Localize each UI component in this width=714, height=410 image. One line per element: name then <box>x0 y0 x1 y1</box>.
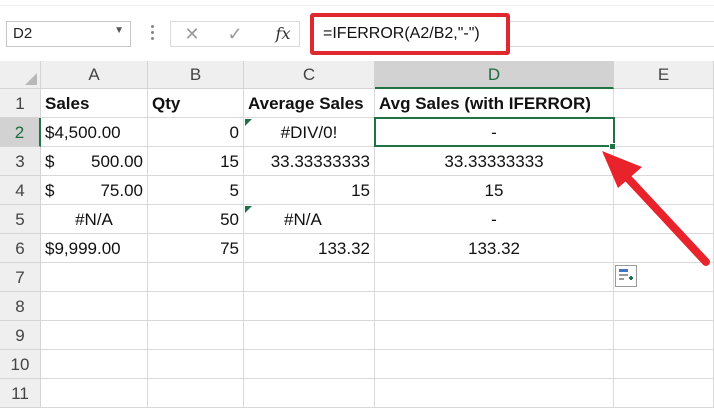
splitter-handle[interactable] <box>151 25 155 45</box>
cell-d4[interactable]: 15 <box>375 176 614 205</box>
cell-b11[interactable] <box>148 379 244 408</box>
column-header-b[interactable]: B <box>148 61 244 89</box>
cell-c4[interactable]: 15 <box>244 176 375 205</box>
ribbon-edge <box>0 0 714 6</box>
row-header-2[interactable]: 2 <box>0 118 41 147</box>
cell-e8[interactable] <box>614 292 714 321</box>
cell-b2[interactable]: 0 <box>148 118 244 147</box>
cell-c1[interactable]: Average Sales <box>244 89 375 118</box>
cell-c3[interactable]: 33.33333333 <box>244 147 375 176</box>
select-all-icon <box>25 73 37 85</box>
cell-e4[interactable] <box>614 176 714 205</box>
cell-c11[interactable] <box>244 379 375 408</box>
cell-d9[interactable] <box>375 321 614 350</box>
formula-buttons: ✕ ✓ fx <box>170 21 300 47</box>
cell-c5-value: #N/A <box>284 210 322 229</box>
cell-d7[interactable] <box>375 263 614 292</box>
cell-d8[interactable] <box>375 292 614 321</box>
cell-a10[interactable] <box>41 350 148 379</box>
cell-a4[interactable]: $ 75.00 <box>41 176 148 205</box>
cell-a1[interactable]: Sales <box>41 89 148 118</box>
currency-amount: 75.00 <box>100 181 143 200</box>
cell-d6[interactable]: 133.32 <box>375 234 614 263</box>
cell-d5[interactable]: - <box>375 205 614 234</box>
row-header-6[interactable]: 6 <box>0 234 41 263</box>
chevron-down-icon[interactable]: ▼ <box>114 25 124 36</box>
column-header-d[interactable]: D <box>375 61 614 89</box>
cell-b1[interactable]: Qty <box>148 89 244 118</box>
column-header-e[interactable]: E <box>614 61 714 89</box>
cancel-icon[interactable]: ✕ <box>181 22 203 46</box>
quick-analysis-glyph <box>619 269 633 280</box>
cell-a7[interactable] <box>41 263 148 292</box>
cell-b7[interactable] <box>148 263 244 292</box>
cell-d11[interactable] <box>375 379 614 408</box>
row-header-11[interactable]: 11 <box>0 379 41 408</box>
formula-input-track[interactable] <box>505 21 714 47</box>
cell-b10[interactable] <box>148 350 244 379</box>
active-cell-border <box>374 117 615 147</box>
currency-symbol: $ <box>45 181 55 200</box>
cell-a6[interactable]: $9,999.00 <box>41 234 148 263</box>
cell-e5[interactable] <box>614 205 714 234</box>
cell-a11[interactable] <box>41 379 148 408</box>
currency-amount: 500.00 <box>91 152 143 171</box>
row-header-7[interactable]: 7 <box>0 263 41 292</box>
cell-e9[interactable] <box>614 321 714 350</box>
cell-c7[interactable] <box>244 263 375 292</box>
cell-c8[interactable] <box>244 292 375 321</box>
cell-e2[interactable] <box>614 118 714 147</box>
row-header-4[interactable]: 4 <box>0 176 41 205</box>
row-header-8[interactable]: 8 <box>0 292 41 321</box>
cell-c9[interactable] <box>244 321 375 350</box>
cell-d3[interactable]: 33.33333333 <box>375 147 614 176</box>
select-all-button[interactable] <box>0 61 41 89</box>
formula-text: =IFERROR(A2/B2,"-") <box>323 25 480 42</box>
cell-e3[interactable] <box>614 147 714 176</box>
currency-symbol: $ <box>45 152 55 171</box>
row-header-9[interactable]: 9 <box>0 321 41 350</box>
cell-a5[interactable]: #N/A <box>41 205 148 234</box>
formula-input[interactable]: =IFERROR(A2/B2,"-") <box>310 13 510 55</box>
column-header-a[interactable]: A <box>41 61 148 89</box>
cell-c2-value: #DIV/0! <box>280 123 338 142</box>
row-header-10[interactable]: 10 <box>0 350 41 379</box>
cell-a9[interactable] <box>41 321 148 350</box>
row-header-1[interactable]: 1 <box>0 89 41 118</box>
cell-e11[interactable] <box>614 379 714 408</box>
cell-c6[interactable]: 133.32 <box>244 234 375 263</box>
cell-b8[interactable] <box>148 292 244 321</box>
name-box[interactable]: D2 ▼ <box>6 21 131 47</box>
cell-a8[interactable] <box>41 292 148 321</box>
fill-handle[interactable] <box>609 143 616 150</box>
error-indicator-icon <box>245 206 252 213</box>
cell-b4[interactable]: 5 <box>148 176 244 205</box>
enter-icon[interactable]: ✓ <box>224 22 246 46</box>
error-indicator-icon <box>245 119 252 126</box>
cell-b6[interactable]: 75 <box>148 234 244 263</box>
cell-b3[interactable]: 15 <box>148 147 244 176</box>
cell-c5[interactable]: #N/A <box>244 205 375 234</box>
cell-b9[interactable] <box>148 321 244 350</box>
row-header-3[interactable]: 3 <box>0 147 41 176</box>
cell-e1[interactable] <box>614 89 714 118</box>
cell-d1[interactable]: Avg Sales (with IFERROR) <box>375 89 614 118</box>
cell-c2[interactable]: #DIV/0! <box>244 118 375 147</box>
cell-e10[interactable] <box>614 350 714 379</box>
quick-analysis-icon[interactable] <box>615 265 637 287</box>
cell-b5[interactable]: 50 <box>148 205 244 234</box>
formula-bar-area: D2 ▼ ✕ ✓ fx =IFERROR(A2/B2,"-") <box>0 0 714 61</box>
cell-a2[interactable]: $4,500.00 <box>41 118 148 147</box>
cell-c10[interactable] <box>244 350 375 379</box>
cell-a3[interactable]: $ 500.00 <box>41 147 148 176</box>
cell-d10[interactable] <box>375 350 614 379</box>
column-header-c[interactable]: C <box>244 61 375 89</box>
fx-icon[interactable]: fx <box>270 22 296 46</box>
cell-e6[interactable] <box>614 234 714 263</box>
row-header-5[interactable]: 5 <box>0 205 41 234</box>
name-box-value: D2 <box>13 25 33 42</box>
